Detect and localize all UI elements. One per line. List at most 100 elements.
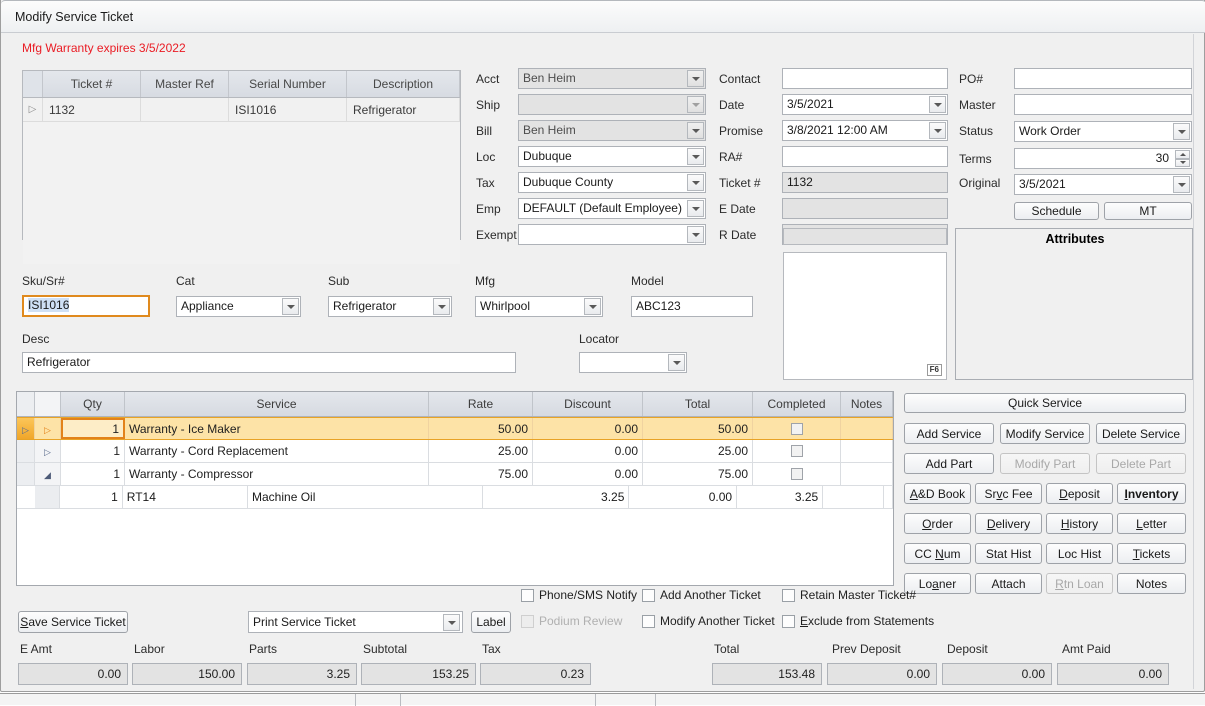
completed-checkbox[interactable]	[790, 444, 803, 457]
checkbox-retain-master-ticket[interactable]: Retain Master Ticket#	[782, 588, 916, 602]
acct-combo[interactable]: Ben Heim	[518, 68, 706, 89]
cc-num-button[interactable]: CC Num	[904, 543, 971, 564]
srvc-fee-button[interactable]: Srvc Fee	[975, 483, 1042, 504]
ticket-grid-row[interactable]: ▷ 1132 ISI1016 Refrigerator	[23, 98, 460, 122]
service-completed-cell[interactable]	[753, 418, 841, 439]
stepper-up-icon[interactable]	[1175, 150, 1190, 159]
svc-col-service[interactable]: Service	[125, 392, 429, 416]
checkbox-box[interactable]	[782, 588, 795, 602]
modify-service-button[interactable]: Modify Service	[1000, 423, 1090, 444]
part-discount-cell[interactable]: 0.00	[629, 486, 738, 508]
service-rate-cell[interactable]: 25.00	[429, 440, 533, 462]
chevron-down-icon[interactable]	[929, 122, 946, 139]
label-button[interactable]: Label	[471, 611, 511, 633]
service-row[interactable]: ◢ 1 Warranty - Compressor 75.00 0.00 75.…	[17, 463, 893, 486]
mfg-combo[interactable]: Whirlpool	[475, 296, 603, 317]
part-sku-cell[interactable]: RT14	[123, 486, 249, 508]
po-input[interactable]	[1014, 68, 1192, 89]
part-description-cell[interactable]: Machine Oil	[248, 486, 483, 508]
svc-col-total[interactable]: Total	[643, 392, 753, 416]
checkbox-add-another-ticket[interactable]: Add Another Ticket	[642, 588, 761, 602]
save-service-ticket-button[interactable]: Save Service Ticket	[18, 611, 128, 633]
service-name-cell[interactable]: Warranty - Compressor	[125, 463, 429, 485]
date-combo[interactable]: 3/5/2021	[782, 94, 948, 115]
sku-input[interactable]: ISI1016	[22, 295, 150, 317]
part-qty-cell[interactable]: 1	[60, 486, 123, 508]
locator-combo[interactable]	[579, 352, 687, 373]
original-combo[interactable]: 3/5/2021	[1014, 174, 1192, 195]
service-qty-cell[interactable]: 1	[61, 418, 125, 439]
notes-textarea[interactable]: F6	[783, 252, 947, 380]
service-row-selected[interactable]: ▷ ▷ 1 Warranty - Ice Maker 50.00 0.00 50…	[17, 417, 893, 440]
cat-combo[interactable]: Appliance	[176, 296, 301, 317]
part-row[interactable]: 1 RT14 Machine Oil 3.25 0.00 3.25	[17, 486, 894, 509]
checkbox-box[interactable]	[642, 588, 655, 602]
checkbox-box[interactable]	[642, 614, 655, 628]
tax-combo[interactable]: Dubuque County	[518, 172, 706, 193]
chevron-down-icon[interactable]	[584, 298, 601, 315]
part-notes-cell[interactable]	[884, 486, 894, 508]
ticket-grid-col-serial[interactable]: Serial Number	[229, 71, 347, 97]
desc-input[interactable]: Refrigerator	[22, 352, 516, 373]
service-total-cell[interactable]: 25.00	[643, 440, 753, 462]
quick-service-button[interactable]: Quick Service	[904, 393, 1186, 413]
part-total-cell[interactable]: 3.25	[737, 486, 824, 508]
checkbox-phone-sms-notify[interactable]: Phone/SMS Notify	[521, 588, 637, 602]
stat-hist-button[interactable]: Stat Hist	[975, 543, 1042, 564]
ticket-grid-col-master-ref[interactable]: Master Ref	[141, 71, 229, 97]
mt-button[interactable]: MT	[1104, 202, 1192, 220]
tickets-button[interactable]: Tickets	[1117, 543, 1186, 564]
chevron-down-icon[interactable]	[687, 96, 704, 113]
contact-input[interactable]	[782, 68, 948, 89]
sub-combo[interactable]: Refrigerator	[328, 296, 452, 317]
master-input[interactable]	[1014, 94, 1192, 115]
status-combo[interactable]: Work Order	[1014, 121, 1192, 142]
delivery-button[interactable]: Delivery	[975, 513, 1042, 534]
chevron-down-icon[interactable]	[668, 354, 685, 371]
chevron-down-icon[interactable]	[433, 298, 450, 315]
service-notes-cell[interactable]	[841, 440, 893, 462]
ra-input[interactable]	[782, 146, 948, 167]
chevron-down-icon[interactable]	[929, 96, 946, 113]
service-qty-cell[interactable]: 1	[61, 463, 125, 485]
service-row[interactable]: ▷ 1 Warranty - Cord Replacement 25.00 0.…	[17, 440, 893, 463]
service-total-cell[interactable]: 75.00	[643, 463, 753, 485]
chevron-down-icon[interactable]	[687, 70, 704, 87]
ad-book-button[interactable]: A&D Book	[904, 483, 971, 504]
checkbox-modify-another-ticket[interactable]: Modify Another Ticket	[642, 614, 775, 628]
loc-combo[interactable]: Dubuque	[518, 146, 706, 167]
history-button[interactable]: History	[1046, 513, 1113, 534]
print-service-ticket-select[interactable]: Print Service Ticket	[248, 611, 463, 633]
chevron-down-icon[interactable]	[687, 174, 704, 191]
svc-col-completed[interactable]: Completed	[753, 392, 841, 416]
order-button[interactable]: Order	[904, 513, 971, 534]
svc-col-discount[interactable]: Discount	[533, 392, 643, 416]
ship-combo[interactable]	[518, 94, 706, 115]
service-discount-cell[interactable]: 0.00	[533, 418, 643, 439]
add-part-button[interactable]: Add Part	[904, 453, 994, 474]
svc-col-notes[interactable]: Notes	[841, 392, 893, 416]
delete-service-button[interactable]: Delete Service	[1096, 423, 1186, 444]
terms-stepper[interactable]: 30	[1014, 148, 1192, 169]
chevron-down-icon[interactable]	[1173, 123, 1190, 140]
attach-button[interactable]: Attach	[975, 573, 1042, 594]
checkbox-box[interactable]	[521, 588, 534, 602]
ticket-grid-col-ticket[interactable]: Ticket #	[43, 71, 141, 97]
chevron-down-icon[interactable]	[687, 122, 704, 139]
exempt-combo[interactable]	[518, 224, 706, 245]
part-rate-cell[interactable]: 3.25	[483, 486, 630, 508]
stepper-arrows-icon[interactable]	[1175, 150, 1190, 167]
add-service-button[interactable]: Add Service	[904, 423, 994, 444]
letter-button[interactable]: Letter	[1117, 513, 1186, 534]
deposit-button[interactable]: Deposit	[1046, 483, 1113, 504]
completed-checkbox[interactable]	[790, 467, 803, 480]
service-discount-cell[interactable]: 0.00	[533, 463, 643, 485]
bill-combo[interactable]: Ben Heim	[518, 120, 706, 141]
service-notes-cell[interactable]	[841, 463, 893, 485]
service-completed-cell[interactable]	[753, 440, 841, 462]
checkbox-box[interactable]	[782, 614, 795, 628]
chevron-down-icon[interactable]	[687, 148, 704, 165]
service-total-cell[interactable]: 50.00	[643, 418, 753, 439]
promise-combo[interactable]: 3/8/2021 12:00 AM	[782, 120, 948, 141]
row-collapse-icon[interactable]: ◢	[35, 463, 61, 485]
